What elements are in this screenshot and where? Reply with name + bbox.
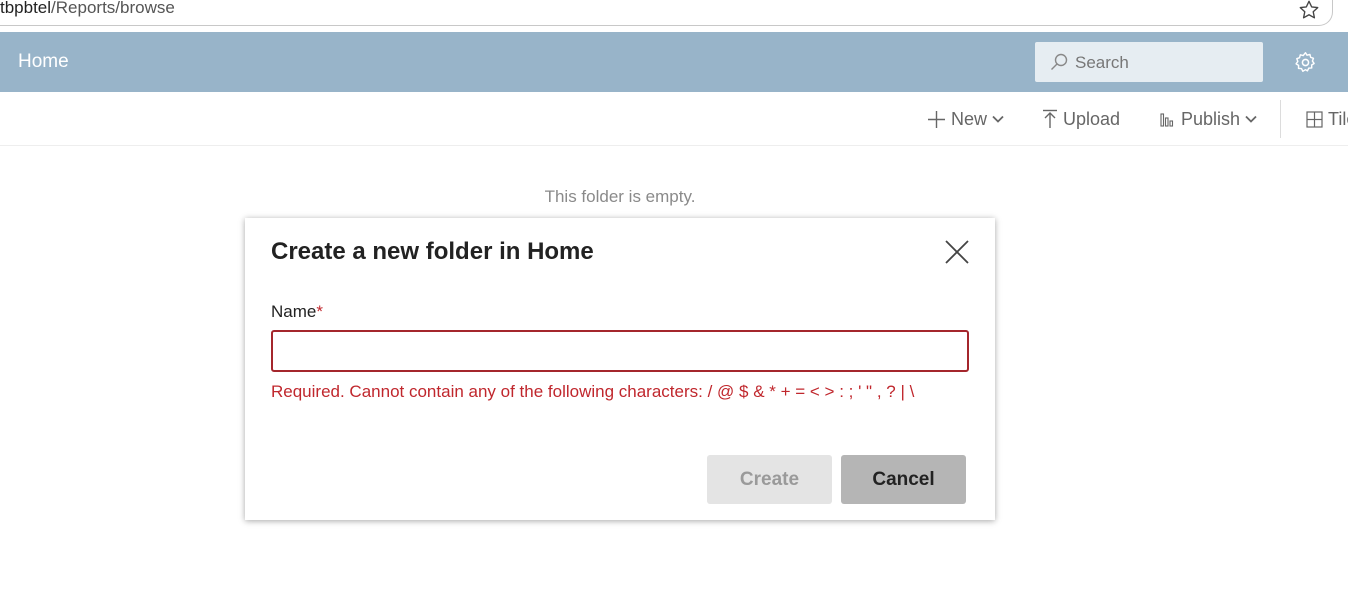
close-icon[interactable] <box>943 238 971 266</box>
publish-label: Publish <box>1181 108 1241 129</box>
chevron-down-icon <box>1245 115 1257 123</box>
required-marker: * <box>316 302 323 321</box>
header-title[interactable]: Home <box>18 51 69 73</box>
cancel-button[interactable]: Cancel <box>841 455 966 504</box>
app-header: Home Search <box>0 32 1348 92</box>
folder-name-input[interactable] <box>271 330 969 372</box>
name-label-text: Name <box>271 302 317 321</box>
publish-button[interactable]: Publish <box>1160 107 1257 131</box>
toolbar-divider <box>1280 100 1281 138</box>
upload-icon <box>1043 109 1057 128</box>
bookmark-star-icon[interactable] <box>1298 0 1320 21</box>
upload-label: Upload <box>1063 108 1121 129</box>
search-box[interactable]: Search <box>1035 42 1263 82</box>
search-placeholder: Search <box>1075 53 1129 72</box>
gear-icon[interactable] <box>1294 51 1317 74</box>
create-folder-dialog: Create a new folder in Home Name* Requir… <box>245 218 995 520</box>
url-text[interactable]: tbpbtel/Reports/browse <box>0 0 175 18</box>
toolbar: New Upload Publish Tiles <box>0 92 1348 146</box>
chevron-down-icon <box>992 115 1004 123</box>
empty-folder-message: This folder is empty. <box>544 187 696 206</box>
bar-chart-icon <box>1160 113 1174 127</box>
upload-button[interactable]: Upload <box>1042 107 1120 131</box>
browser-address-bar[interactable]: tbpbtel/Reports/browse <box>0 0 1333 26</box>
plus-icon <box>928 110 945 128</box>
url-host: tbpbtel <box>0 0 52 17</box>
validation-error-message: Required. Cannot contain any of the foll… <box>271 382 915 401</box>
create-button[interactable]: Create <box>707 455 832 504</box>
new-label: New <box>951 108 988 129</box>
new-button[interactable]: New <box>927 107 1004 131</box>
tiles-icon <box>1306 110 1323 128</box>
name-field-label: Name* <box>271 302 323 322</box>
search-icon <box>1051 53 1068 70</box>
dialog-title: Create a new folder in Home <box>271 238 594 265</box>
url-path: /Reports/browse <box>51 0 175 17</box>
tiles-view-button[interactable]: Tiles <box>1306 107 1348 131</box>
tiles-label: Tiles <box>1328 108 1348 129</box>
